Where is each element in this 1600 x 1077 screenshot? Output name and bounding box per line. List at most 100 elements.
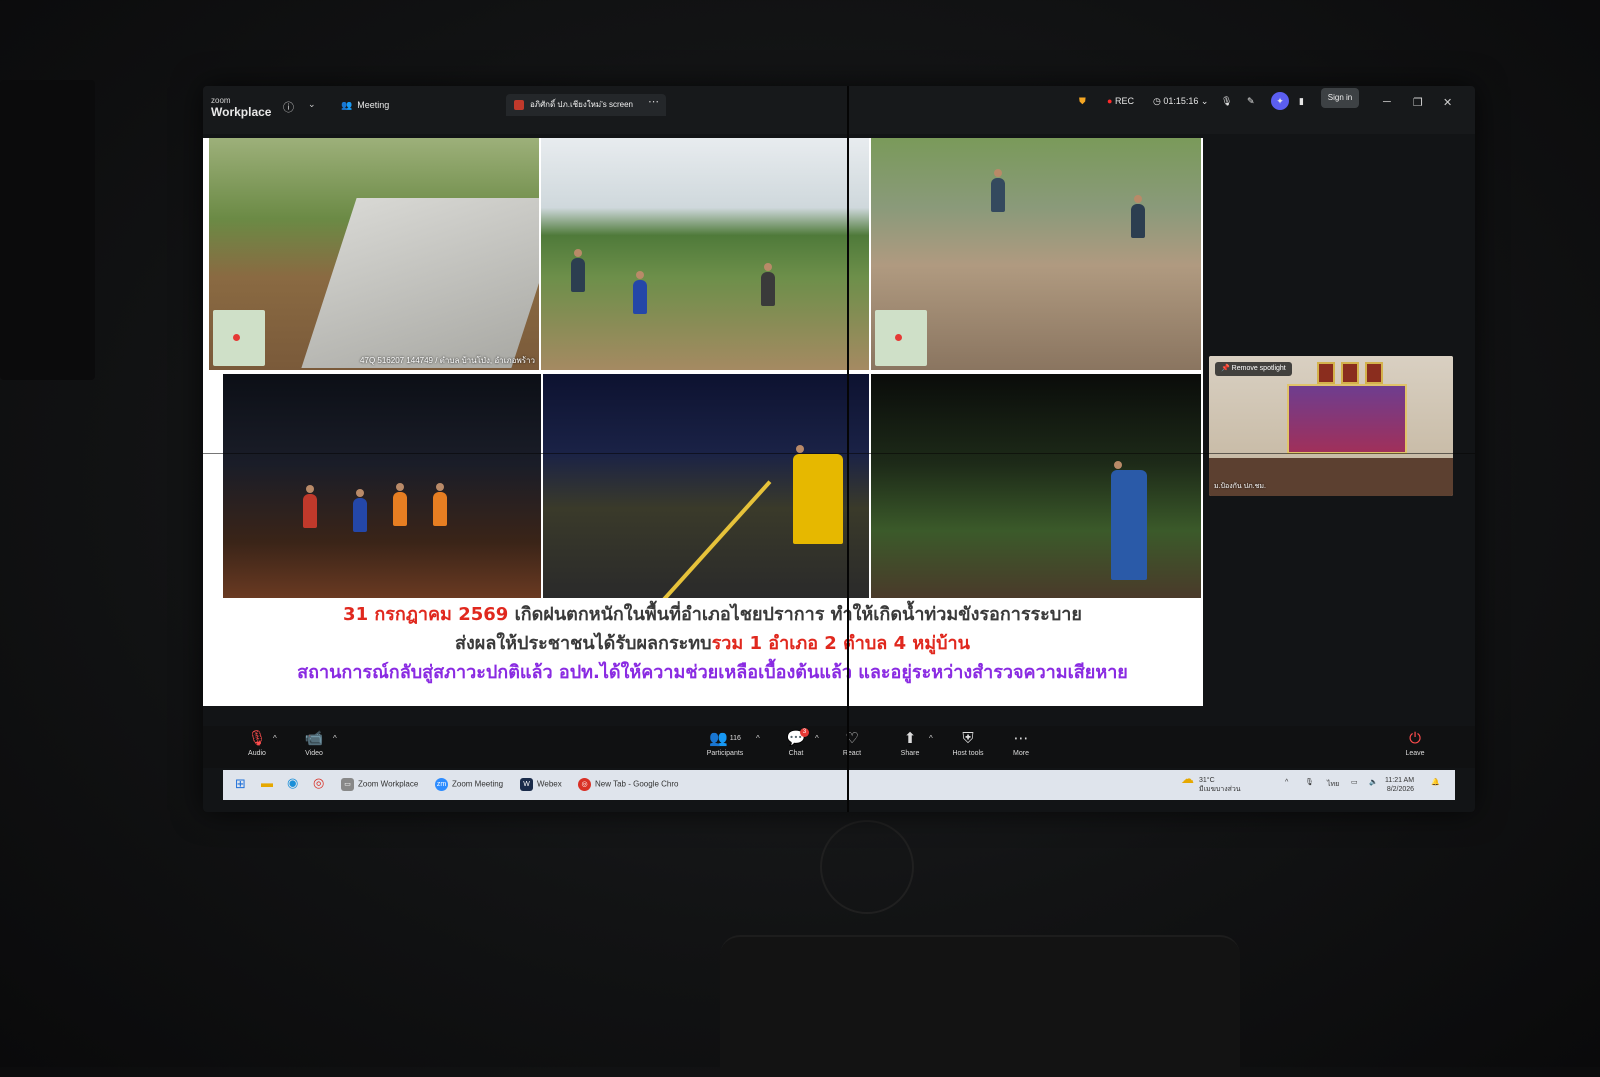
weather-temp: 31°C xyxy=(1199,777,1215,784)
leave-button[interactable]: ⏻ Leave xyxy=(1385,730,1445,757)
notification-icon[interactable]: 🔔 xyxy=(1431,778,1440,787)
participants-count: 116 xyxy=(729,735,741,742)
edge-icon[interactable]: ◉ xyxy=(287,775,298,791)
clock[interactable]: 11:21 AM 8/2/2026 xyxy=(1385,776,1414,794)
meeting-tab-label: Meeting xyxy=(357,100,390,110)
chat-caret-icon[interactable]: ^ xyxy=(815,734,819,743)
photo-person xyxy=(353,489,367,532)
windows-start-icon[interactable]: ⊞ xyxy=(235,776,246,792)
clock-icon: ◷ xyxy=(1153,96,1161,106)
chevron-down-icon[interactable]: ⌄ xyxy=(308,99,316,110)
shared-slide: 47Q 516207 144749 / ตำบล บ้านโป่ง, อำเภอ… xyxy=(203,138,1203,706)
clock-time: 11:21 AM xyxy=(1385,777,1415,784)
room-cable xyxy=(820,820,914,914)
mic-muted-icon: 🎙 xyxy=(247,730,267,747)
photo-person xyxy=(991,169,1005,212)
photo-bridge-shape xyxy=(301,198,539,368)
tray-chevron-icon[interactable]: ^ xyxy=(1285,778,1288,787)
apps-icon[interactable]: ▮ xyxy=(1299,96,1304,107)
file-explorer-icon[interactable]: ▬ xyxy=(261,776,273,790)
react-label: React xyxy=(842,750,862,757)
restore-icon[interactable]: ❐ xyxy=(1413,96,1423,109)
slide-line-1-rest: เกิดฝนตกหนักในพื้นที่อำเภอไชยปราการ ทำให… xyxy=(508,604,1082,625)
pin-icon: 📌 xyxy=(1221,365,1230,372)
heart-icon: ♡ xyxy=(845,730,859,747)
photo-road-line xyxy=(634,480,772,598)
weather-widget[interactable]: 31°C มีเมฆบางส่วน xyxy=(1199,776,1241,794)
photo-fallen-tree xyxy=(543,374,869,598)
more-button[interactable]: ⋯ More xyxy=(991,730,1051,757)
sign-in-button[interactable]: Sign in xyxy=(1321,88,1359,108)
participants-icon: 👥 116 xyxy=(709,730,741,747)
shared-screen-tab[interactable]: อภิศักดิ์ ปภ.เชียงใหม่'s screen xyxy=(506,94,666,116)
minimize-icon[interactable]: ─ xyxy=(1383,96,1391,108)
spotlight-video-tile[interactable]: 📌 Remove spotlight ม.ป้องกัน ปภ.ชม. xyxy=(1209,356,1453,496)
taskbar-app-label: Zoom Workplace xyxy=(358,779,419,789)
video-caret-icon[interactable]: ^ xyxy=(333,734,337,743)
audio-button[interactable]: 🎙 Audio xyxy=(227,730,287,757)
webex-icon: W xyxy=(520,778,533,791)
weather-icon[interactable]: ☁ xyxy=(1181,772,1194,785)
taskbar-app-webex[interactable]: W Webex xyxy=(520,778,562,791)
chat-badge: 3 xyxy=(800,728,809,737)
photo-person xyxy=(1111,461,1147,580)
remove-spotlight-button[interactable]: 📌 Remove spotlight xyxy=(1215,362,1292,376)
map-pin-icon xyxy=(875,310,927,366)
volume-icon[interactable]: 🔈 xyxy=(1369,778,1378,787)
title-bar: zoom Workplace ⓘ ⌄ 👥 Meeting อภิศักดิ์ ปภ… xyxy=(203,86,1475,134)
meeting-timer[interactable]: ◷ 01:15:16 ⌄ xyxy=(1153,96,1208,107)
slide-line-2: ส่งผลให้ประชาชนได้รับผลกระทบรวม 1 อำเภอ … xyxy=(225,629,1200,658)
ai-companion-icon[interactable]: ✦ xyxy=(1271,92,1289,110)
chat-label: Chat xyxy=(788,750,804,757)
taskbar-app-label: Webex xyxy=(537,779,562,789)
meeting-people-icon: 👥 xyxy=(341,100,353,110)
video-frame-decor xyxy=(1341,362,1359,384)
network-icon[interactable]: ▭ xyxy=(1351,778,1358,787)
photo-caption: 47Q 516207 144749 / ตำบล บ้านโป่ง, อำเภอ… xyxy=(360,356,535,365)
more-options-icon[interactable]: ⋯ xyxy=(648,95,659,108)
input-language[interactable]: ไทย xyxy=(1327,780,1339,789)
remove-spotlight-label: Remove spotlight xyxy=(1231,365,1286,372)
audio-label: Audio xyxy=(248,750,266,757)
taskbar-app-zoom-meeting[interactable]: zm Zoom Meeting xyxy=(435,778,503,791)
edit-icon[interactable]: ✎ xyxy=(1247,96,1255,107)
photo-person xyxy=(571,249,585,292)
zoom-logo: zoom Workplace xyxy=(211,96,272,119)
host-tools-button[interactable]: ⛨ Host tools xyxy=(938,730,998,757)
photo-person xyxy=(393,483,407,526)
chrome-icon[interactable]: ◎ xyxy=(313,775,324,791)
video-wall-bezel-horizontal xyxy=(203,453,1475,454)
meeting-tab[interactable]: 👥 Meeting xyxy=(341,100,389,111)
participants-label: Participants xyxy=(706,750,744,757)
video-label: Video xyxy=(305,750,323,757)
recording-indicator[interactable]: ● REC xyxy=(1107,96,1134,106)
room-chair xyxy=(720,935,1240,1077)
photo-person xyxy=(761,263,775,306)
photo-person xyxy=(303,485,317,528)
participants-caret-icon[interactable]: ^ xyxy=(756,734,760,743)
slide-text: 31 กรกฎาคม 2569 เกิดฝนตกหนักในพื้นที่อำเ… xyxy=(225,600,1200,687)
close-icon[interactable]: ✕ xyxy=(1443,96,1452,109)
shared-screen-label: อภิศักดิ์ ปภ.เชียงใหม่'s screen xyxy=(530,100,633,109)
photo-person xyxy=(1131,195,1145,238)
participants-button[interactable]: 👥 116 Participants xyxy=(695,730,755,757)
photo-person xyxy=(793,445,843,544)
more-icon: ⋯ xyxy=(1013,730,1029,747)
react-button[interactable]: ♡ React xyxy=(822,730,882,757)
rec-dot-icon: ● xyxy=(1107,96,1113,106)
info-icon[interactable]: ⓘ xyxy=(283,99,294,115)
photo-landslide xyxy=(871,374,1201,598)
more-label: More xyxy=(1013,750,1029,757)
slide-line-3: สถานการณ์กลับสู่สภาวะปกติแล้ว อปท.ได้ให้… xyxy=(297,662,1128,683)
slide-line-1: 31 กรกฎาคม 2569 เกิดฝนตกหนักในพื้นที่อำเ… xyxy=(225,600,1200,629)
photo-road-collapse xyxy=(871,138,1201,370)
share-caret-icon[interactable]: ^ xyxy=(929,734,933,743)
tray-mic-icon[interactable]: 🎙 xyxy=(1305,778,1314,787)
brand-name: Workplace xyxy=(211,105,272,119)
mic-status-icon[interactable]: 🎙 xyxy=(1221,96,1232,107)
audio-caret-icon[interactable]: ^ xyxy=(273,734,277,743)
taskbar-app-zoom-workplace[interactable]: ▭ Zoom Workplace xyxy=(341,778,418,791)
chrome-tab-icon: ◎ xyxy=(578,778,591,791)
taskbar-app-chrome[interactable]: ◎ New Tab - Google Chro xyxy=(578,778,678,791)
shield-icon[interactable]: ⛊ xyxy=(1079,96,1086,107)
